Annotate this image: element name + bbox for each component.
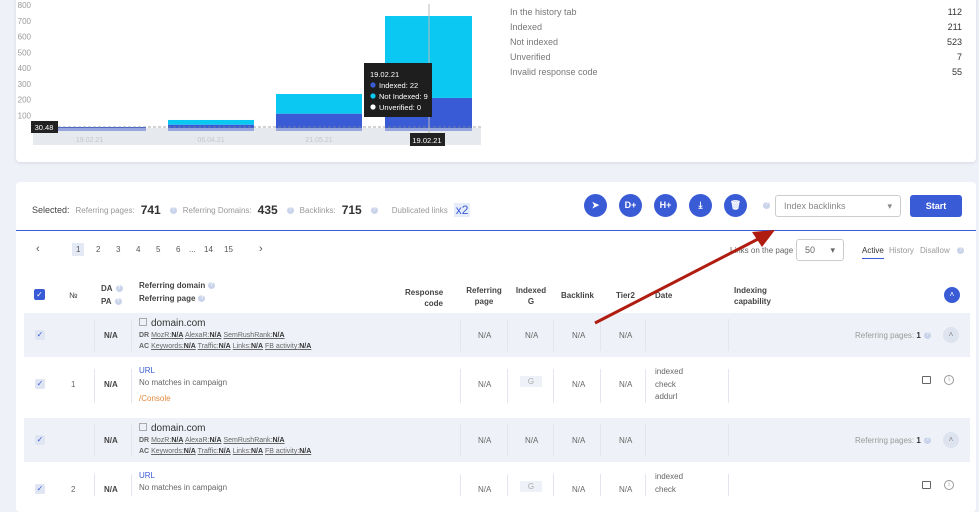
annotation-arrow bbox=[594, 230, 775, 325]
arrow-line bbox=[594, 235, 763, 325]
arrow-head bbox=[752, 230, 775, 247]
